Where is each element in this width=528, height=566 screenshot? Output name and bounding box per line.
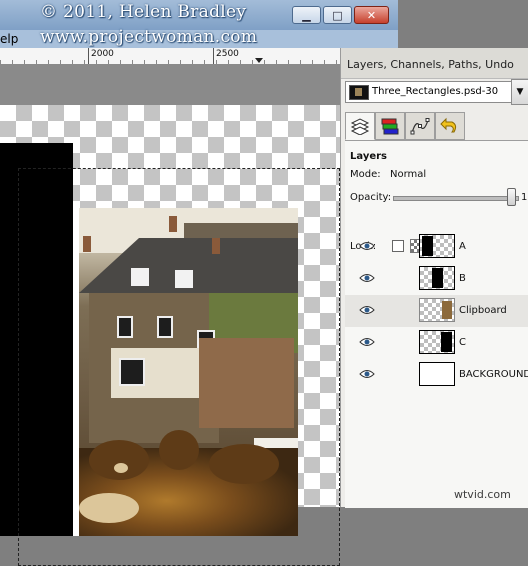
watermark-url: www.projectwoman.com xyxy=(40,27,258,47)
source-credit: wtvid.com xyxy=(454,488,511,501)
layers-icon xyxy=(350,118,370,135)
eye-icon[interactable] xyxy=(359,305,375,315)
maximize-button[interactable]: □ xyxy=(323,6,352,24)
layers-panel: Layers, Channels, Paths, Undo Three_Rect… xyxy=(340,48,528,508)
ruler-label: 2000 xyxy=(91,49,114,59)
watermark-copyright: © 2011, Helen Bradley xyxy=(40,2,247,22)
layer-name[interactable]: B xyxy=(459,273,466,284)
layers-section-label: Layers xyxy=(350,151,387,162)
opacity-slider-thumb[interactable] xyxy=(507,188,516,206)
tab-undo[interactable] xyxy=(435,112,465,140)
layer-thumbnail xyxy=(419,362,455,386)
layer-thumbnail xyxy=(419,298,455,322)
layer-row-b[interactable]: B xyxy=(345,263,528,295)
image-thumbnail xyxy=(349,85,369,100)
window-title-bar: © 2011, Helen Bradley ▁ □ ✕ xyxy=(0,0,398,30)
mode-select[interactable]: Normal xyxy=(390,169,426,180)
opacity-label: Opacity: xyxy=(350,192,392,203)
layer-name[interactable]: Clipboard xyxy=(459,305,507,316)
layer-name[interactable]: C xyxy=(459,337,466,348)
selection-marquee[interactable] xyxy=(18,168,340,566)
opacity-slider-track[interactable] xyxy=(393,196,519,201)
ruler-major-tick xyxy=(213,48,214,64)
layer-thumbnail xyxy=(419,266,455,290)
minimize-button[interactable]: ▁ xyxy=(292,6,321,24)
layer-name[interactable]: A xyxy=(459,241,466,252)
image-selector-value: Three_Rectangles.psd-30 xyxy=(372,86,499,97)
channels-icon xyxy=(381,118,399,135)
opacity-value[interactable]: 10 xyxy=(521,192,528,203)
ruler-major-tick xyxy=(88,48,89,64)
ruler-position-marker xyxy=(255,58,263,63)
layer-row-clipboard[interactable]: Clipboard xyxy=(345,295,528,327)
layer-row-a[interactable]: A xyxy=(345,231,528,263)
tab-channels[interactable] xyxy=(375,112,405,140)
layer-thumbnail xyxy=(419,330,455,354)
layer-thumbnail xyxy=(419,234,455,258)
tab-paths[interactable] xyxy=(405,112,435,140)
eye-icon[interactable] xyxy=(359,369,375,379)
eye-icon[interactable] xyxy=(359,337,375,347)
eye-icon[interactable] xyxy=(359,241,375,251)
chevron-down-icon[interactable]: ▼ xyxy=(511,79,528,105)
mode-label: Mode: xyxy=(350,169,381,180)
close-button[interactable]: ✕ xyxy=(354,6,389,24)
layer-name[interactable]: BACKGROUND xyxy=(459,369,528,380)
horizontal-ruler[interactable]: 2000 2500 xyxy=(0,48,340,65)
paths-icon xyxy=(410,118,430,135)
layer-row-c[interactable]: C xyxy=(345,327,528,359)
menu-item-help[interactable]: elp xyxy=(0,32,18,46)
undo-icon xyxy=(440,117,457,133)
image-canvas[interactable] xyxy=(0,65,340,566)
eye-icon[interactable] xyxy=(359,273,375,283)
layer-row-background[interactable]: BACKGROUND xyxy=(345,359,528,391)
panel-title: Layers, Channels, Paths, Undo xyxy=(347,58,514,71)
ruler-label: 2500 xyxy=(216,49,239,59)
menu-bar: elp www.projectwoman.com xyxy=(0,27,398,48)
image-selector[interactable]: Three_Rectangles.psd-30 xyxy=(345,81,515,103)
tab-layers[interactable] xyxy=(345,112,375,140)
